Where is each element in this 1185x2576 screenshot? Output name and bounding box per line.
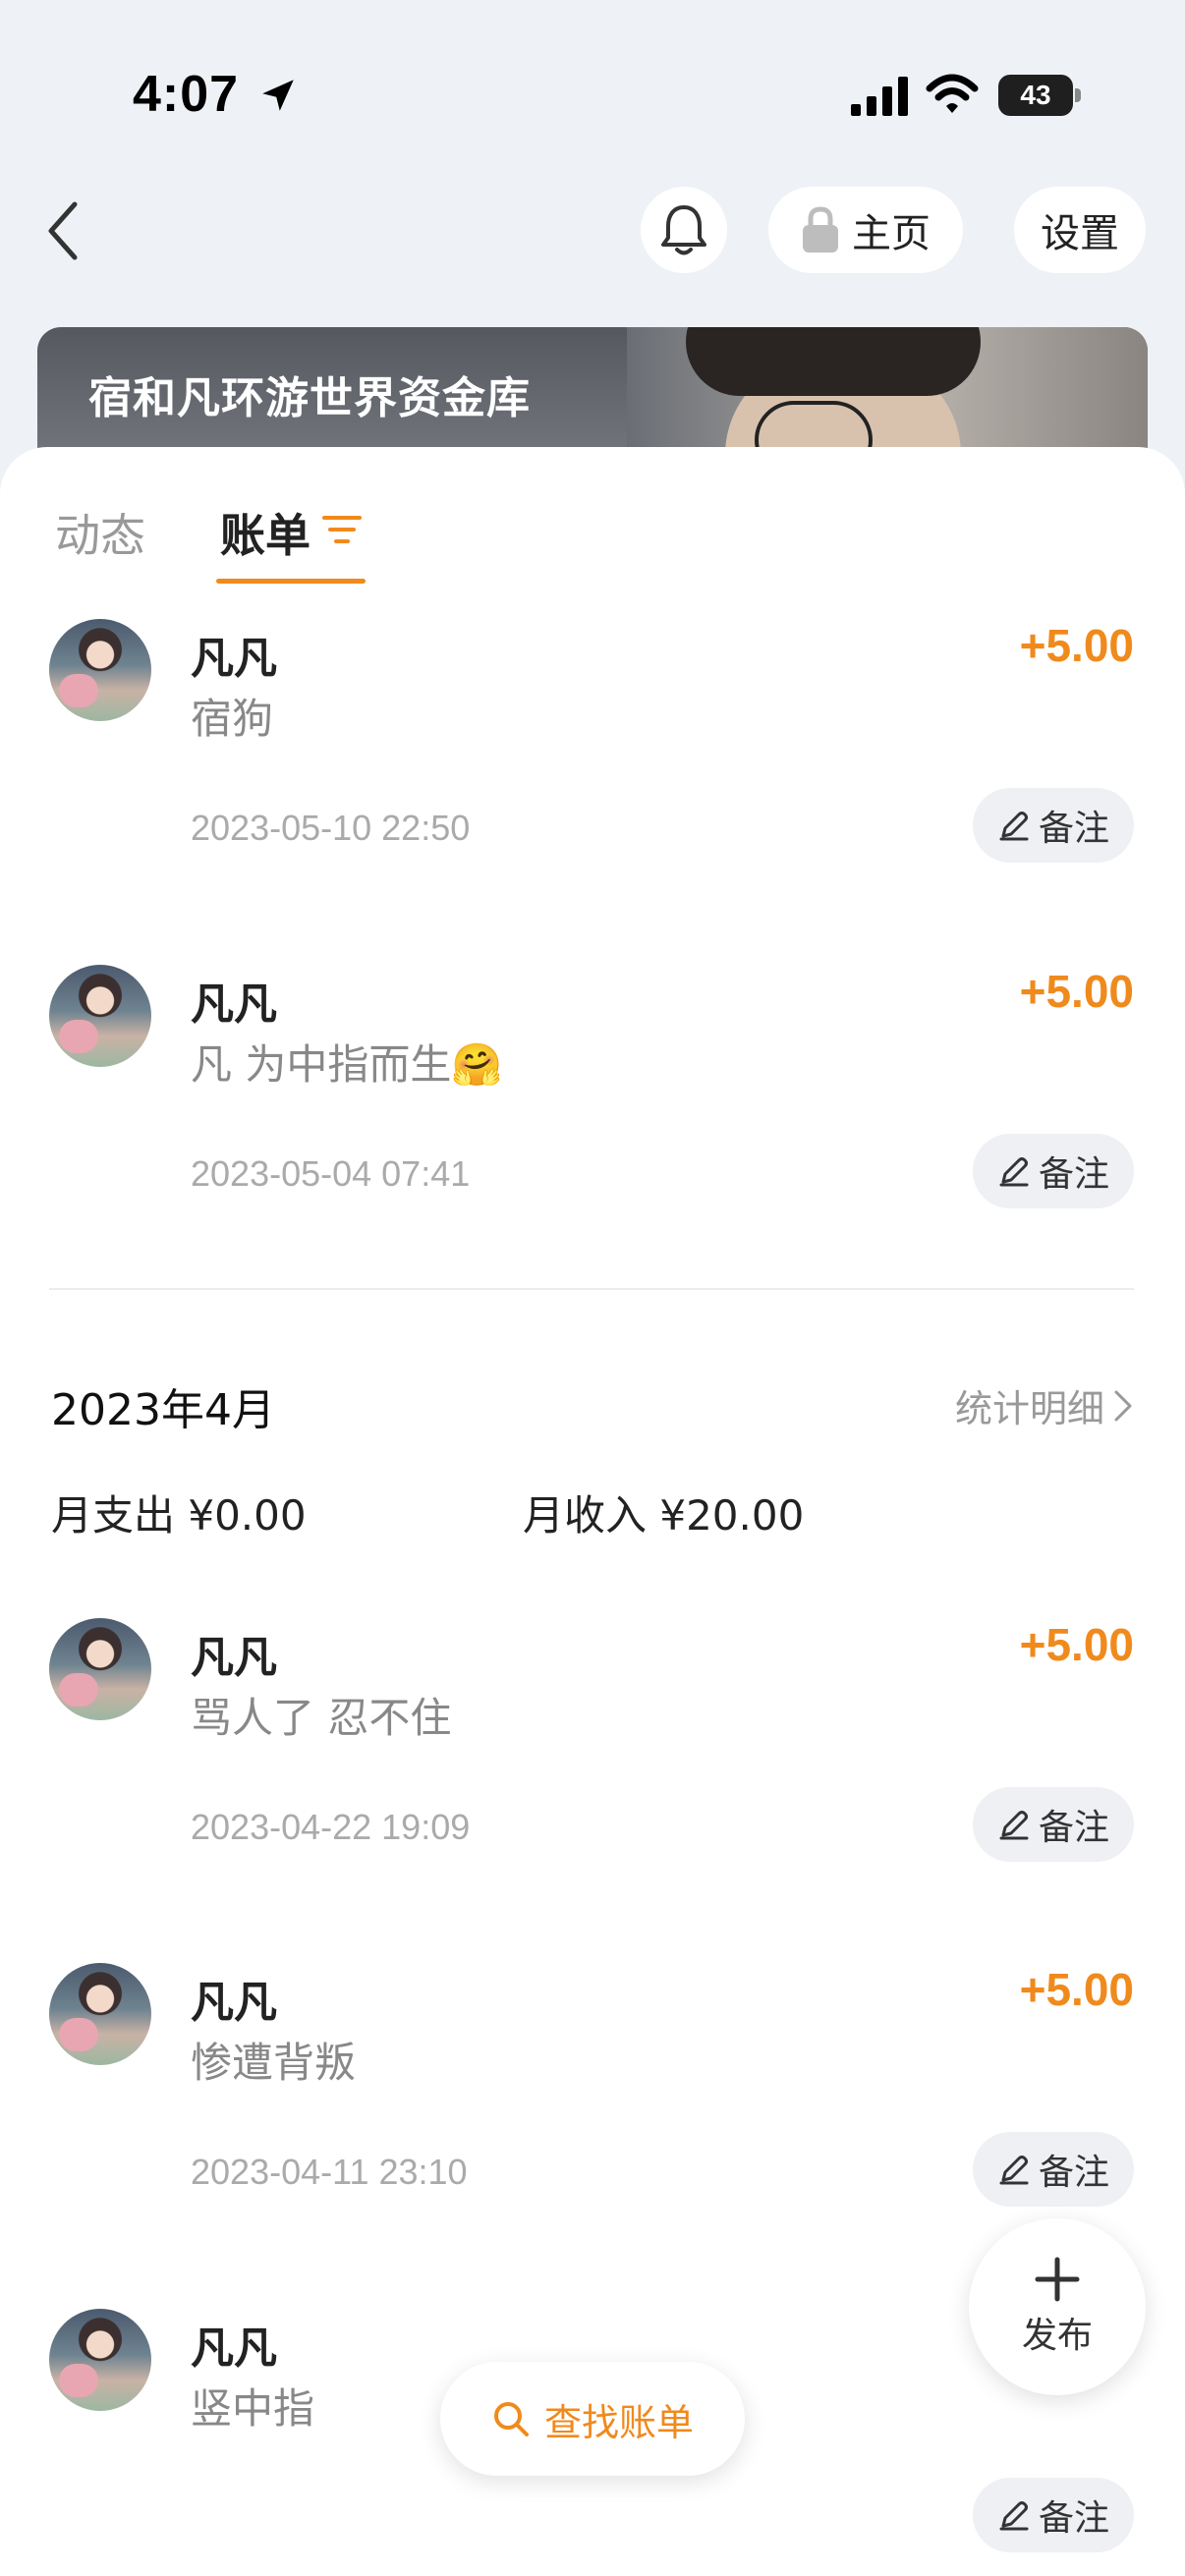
record-name: 凡凡: [191, 980, 277, 1030]
record-name: 凡凡: [191, 1633, 277, 1683]
remark-label: 备注: [1038, 2498, 1109, 2539]
record-datetime: 2023-05-10 22:50: [191, 808, 471, 848]
publish-button[interactable]: 发布: [969, 2218, 1146, 2395]
bill-record[interactable]: 凡凡 宿狗 +5.00 2023-05-10 22:50 备注: [0, 619, 1185, 943]
stats-detail-link[interactable]: 统计明细: [955, 1378, 1134, 1432]
record-datetime: 2023-04-11 23:10: [191, 2152, 468, 2192]
record-amount: +5.00: [1019, 966, 1134, 1017]
record-note: 骂人了 忍不住: [191, 1694, 452, 1742]
bell-icon: [661, 205, 706, 255]
home-label: 主页: [852, 211, 931, 256]
home-button[interactable]: 主页: [768, 187, 963, 273]
status-time: 4:07: [133, 66, 240, 123]
remark-button[interactable]: 备注: [973, 788, 1134, 863]
pencil-icon: [999, 812, 1029, 841]
battery-icon: 43: [998, 75, 1081, 116]
record-datetime: 2023-04-22 19:09: [191, 1807, 471, 1847]
settings-label: 设置: [1041, 211, 1119, 256]
pencil-icon: [999, 1157, 1029, 1187]
search-bill-button[interactable]: 查找账单: [440, 2362, 745, 2476]
search-icon: [493, 2402, 529, 2436]
record-note: 竖中指: [191, 2384, 315, 2433]
plus-icon: [1035, 2257, 1080, 2302]
record-name: 凡凡: [191, 1978, 277, 2028]
bill-record[interactable]: 凡凡 骂人了 忍不住 +5.00 2023-04-22 19:09 备注: [0, 1618, 1185, 1942]
publish-label: 发布: [1021, 2316, 1093, 2356]
record-note: 凡 为中指而生🤗: [191, 1040, 503, 1089]
lock-icon: [803, 206, 838, 252]
stats-detail-label: 统计明细: [954, 1387, 1104, 1430]
location-arrow-icon: [262, 80, 294, 111]
tab-dynamic[interactable]: 动态: [55, 500, 145, 565]
section-divider: [49, 1288, 1134, 1290]
search-bill-label: 查找账单: [543, 2400, 694, 2444]
avatar[interactable]: [49, 2309, 151, 2411]
record-datetime: 2023-05-04 07:41: [191, 1153, 471, 1194]
fund-title: 宿和凡环游世界资金库: [88, 373, 531, 423]
pencil-icon: [999, 2156, 1029, 2185]
record-name: 凡凡: [191, 634, 277, 684]
pencil-icon: [999, 1811, 1029, 1840]
month-title: 2023年4月: [51, 1385, 275, 1435]
record-amount: +5.00: [1019, 1619, 1134, 1670]
avatar[interactable]: [49, 619, 151, 721]
remark-button[interactable]: 备注: [973, 1134, 1134, 1208]
monthly-expense: 月支出 ¥0.00: [51, 1491, 307, 1540]
monthly-income: 月收入 ¥20.00: [523, 1491, 805, 1540]
record-amount: +5.00: [1019, 1964, 1134, 2015]
avatar[interactable]: [49, 965, 151, 1067]
settings-button[interactable]: 设置: [1014, 187, 1146, 273]
tab-active-indicator: [216, 579, 366, 584]
cellular-signal-icon: [851, 77, 908, 116]
remark-label: 备注: [1038, 1154, 1109, 1195]
remark-label: 备注: [1038, 809, 1109, 849]
back-chevron-icon[interactable]: [39, 196, 90, 265]
filter-icon[interactable]: [322, 512, 362, 547]
record-name: 凡凡: [191, 2324, 277, 2374]
notification-button[interactable]: [641, 187, 727, 273]
remark-label: 备注: [1038, 1808, 1109, 1848]
chevron-right-icon: [1114, 1390, 1132, 1421]
status-bar: 4:07 43: [0, 0, 1185, 187]
record-amount: +5.00: [1019, 620, 1134, 671]
record-note: 惨遭背叛: [191, 2039, 357, 2087]
wifi-icon: [926, 74, 979, 113]
pencil-icon: [999, 2501, 1029, 2531]
remark-button[interactable]: 备注: [973, 1787, 1134, 1862]
record-note: 宿狗: [191, 695, 274, 743]
avatar[interactable]: [49, 1963, 151, 2065]
bill-record[interactable]: 凡凡 凡 为中指而生🤗 +5.00 2023-05-04 07:41 备注: [0, 965, 1185, 1289]
remark-button[interactable]: 备注: [973, 2132, 1134, 2207]
tab-bar: 动态 账单: [0, 447, 1185, 585]
avatar[interactable]: [49, 1618, 151, 1720]
tab-bill[interactable]: 账单: [220, 500, 310, 565]
remark-label: 备注: [1038, 2153, 1109, 2193]
remark-button[interactable]: 备注: [973, 2478, 1134, 2552]
battery-level: 43: [1020, 80, 1051, 110]
